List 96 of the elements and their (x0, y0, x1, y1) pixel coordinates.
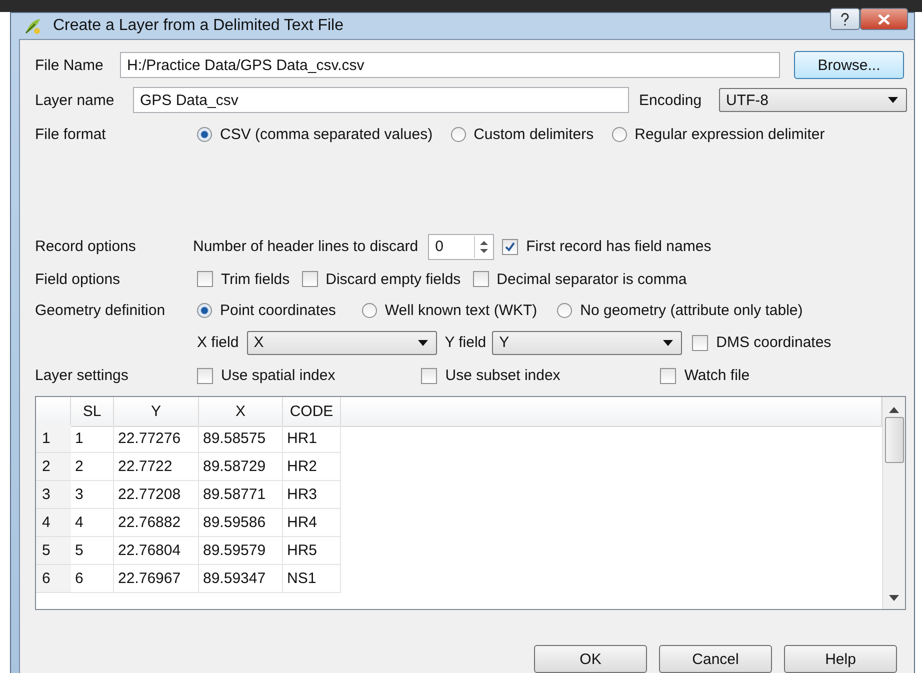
field-label: File Name (35, 56, 104, 74)
field-label: File format (35, 126, 106, 142)
table-cell: 89.59586 (199, 509, 283, 537)
help-button[interactable] (830, 8, 860, 30)
close-button[interactable] (860, 8, 908, 30)
x-field-dropdown[interactable]: X (246, 330, 437, 354)
table-cell: 3 (71, 481, 114, 509)
file-name-field[interactable]: H:/Practice Data/GPS Data_csv.csv (120, 52, 780, 78)
checkbox[interactable] (302, 271, 318, 287)
table-cell: HR3 (283, 481, 341, 509)
table-cell: 22.76967 (114, 565, 199, 593)
option-label: Decimal separator is comma (496, 270, 687, 288)
app-icon (23, 16, 43, 36)
option-label: First record has field names (526, 238, 712, 255)
checkbox[interactable] (502, 238, 518, 254)
row-header[interactable]: 1 (36, 425, 71, 453)
table-cell: NS1 (283, 565, 341, 593)
section-label: Geometry definition (35, 302, 166, 319)
header-lines-spinbox[interactable]: 0 (428, 234, 494, 260)
encoding-dropdown[interactable]: UTF-8 (719, 88, 907, 112)
table-cell: 89.58575 (199, 425, 283, 453)
option-label: CSV (comma separated values) (220, 126, 433, 142)
field-label: Layer name (35, 92, 114, 108)
option-label: Well known text (WKT) (384, 302, 538, 319)
field-label: Number of header lines to discard (193, 238, 418, 255)
radio-button[interactable] (362, 303, 377, 318)
radio-button[interactable] (450, 126, 466, 142)
scrollbar[interactable] (882, 397, 905, 609)
radio-button[interactable] (197, 126, 212, 142)
row-header[interactable]: 6 (36, 565, 71, 593)
help-icon (840, 12, 850, 26)
row-header[interactable]: 5 (36, 537, 71, 565)
caret-icon (663, 340, 674, 346)
dialog-button[interactable]: Cancel (659, 645, 772, 673)
option-label: No geometry (attribute only table) (580, 302, 803, 319)
table-cell: 89.59579 (199, 537, 283, 565)
option-label: Trim fields (221, 270, 290, 288)
option-label: Point coordinates (220, 302, 336, 319)
dialog-button[interactable]: Help (784, 645, 897, 673)
table-cell: 89.58729 (199, 453, 283, 481)
table-cell: 22.76804 (114, 537, 199, 565)
table-cell: 22.77276 (114, 425, 199, 453)
table-cell: 22.7722 (114, 453, 199, 481)
column-header[interactable]: SL (71, 397, 114, 427)
checkbox[interactable] (197, 271, 213, 287)
section-label: Record options (35, 238, 136, 255)
table-cell: 4 (71, 509, 114, 537)
table-cell: HR2 (283, 453, 341, 481)
checkbox[interactable] (692, 334, 708, 350)
field-label: Y field (444, 334, 486, 351)
scroll-up-icon (889, 407, 899, 413)
field-label: X field (197, 334, 239, 351)
window-title: Create a Layer from a Delimited Text File (53, 17, 344, 35)
dialog-button[interactable]: OK (534, 645, 647, 673)
table-cell: 89.58771 (199, 481, 283, 509)
option-label: Custom delimiters (474, 126, 594, 142)
scroll-thumb[interactable] (884, 417, 904, 463)
table-cell: 22.77208 (114, 481, 199, 509)
table-cell: HR5 (283, 537, 341, 565)
radio-button[interactable] (557, 303, 572, 318)
checkbox[interactable] (197, 368, 213, 384)
section-label: Layer settings (35, 367, 128, 384)
table-cell: 6 (71, 565, 114, 593)
close-icon (878, 14, 890, 24)
option-label: Use spatial index (221, 367, 336, 384)
row-header[interactable]: 3 (36, 481, 71, 509)
column-header[interactable]: CODE (283, 397, 341, 427)
option-label: Regular expression delimiter (634, 126, 825, 142)
option-label: Discard empty fields (326, 270, 461, 288)
option-label: DMS coordinates (716, 334, 832, 351)
radio-button[interactable] (612, 126, 627, 142)
checkbox[interactable] (660, 368, 676, 384)
table-cell: HR1 (283, 425, 341, 453)
table-cell: HR4 (283, 509, 341, 537)
checkbox[interactable] (421, 368, 438, 384)
field-label: Encoding (639, 92, 702, 108)
column-header[interactable]: Y (114, 397, 199, 427)
checkbox[interactable] (472, 271, 489, 287)
table-cell: 22.76882 (114, 509, 199, 537)
row-header[interactable]: 2 (36, 453, 71, 481)
table-cell: 1 (71, 425, 114, 453)
option-label: Watch file (684, 367, 750, 384)
table-cell: 2 (71, 453, 114, 481)
y-field-dropdown[interactable]: Y (492, 330, 682, 354)
caret-icon (418, 340, 428, 346)
row-header[interactable]: 4 (36, 509, 71, 537)
caret-icon (888, 97, 898, 103)
section-label: Field options (35, 270, 120, 288)
scroll-down-icon (889, 595, 899, 601)
column-header[interactable]: X (199, 397, 283, 427)
layer-name-field[interactable]: GPS Data_csv (133, 87, 629, 113)
radio-button[interactable] (197, 303, 212, 318)
option-label: Use subset index (445, 367, 560, 384)
table-cell: 5 (71, 537, 114, 565)
browse-button[interactable]: Browse... (794, 51, 904, 79)
table-cell: 89.59347 (199, 565, 283, 593)
